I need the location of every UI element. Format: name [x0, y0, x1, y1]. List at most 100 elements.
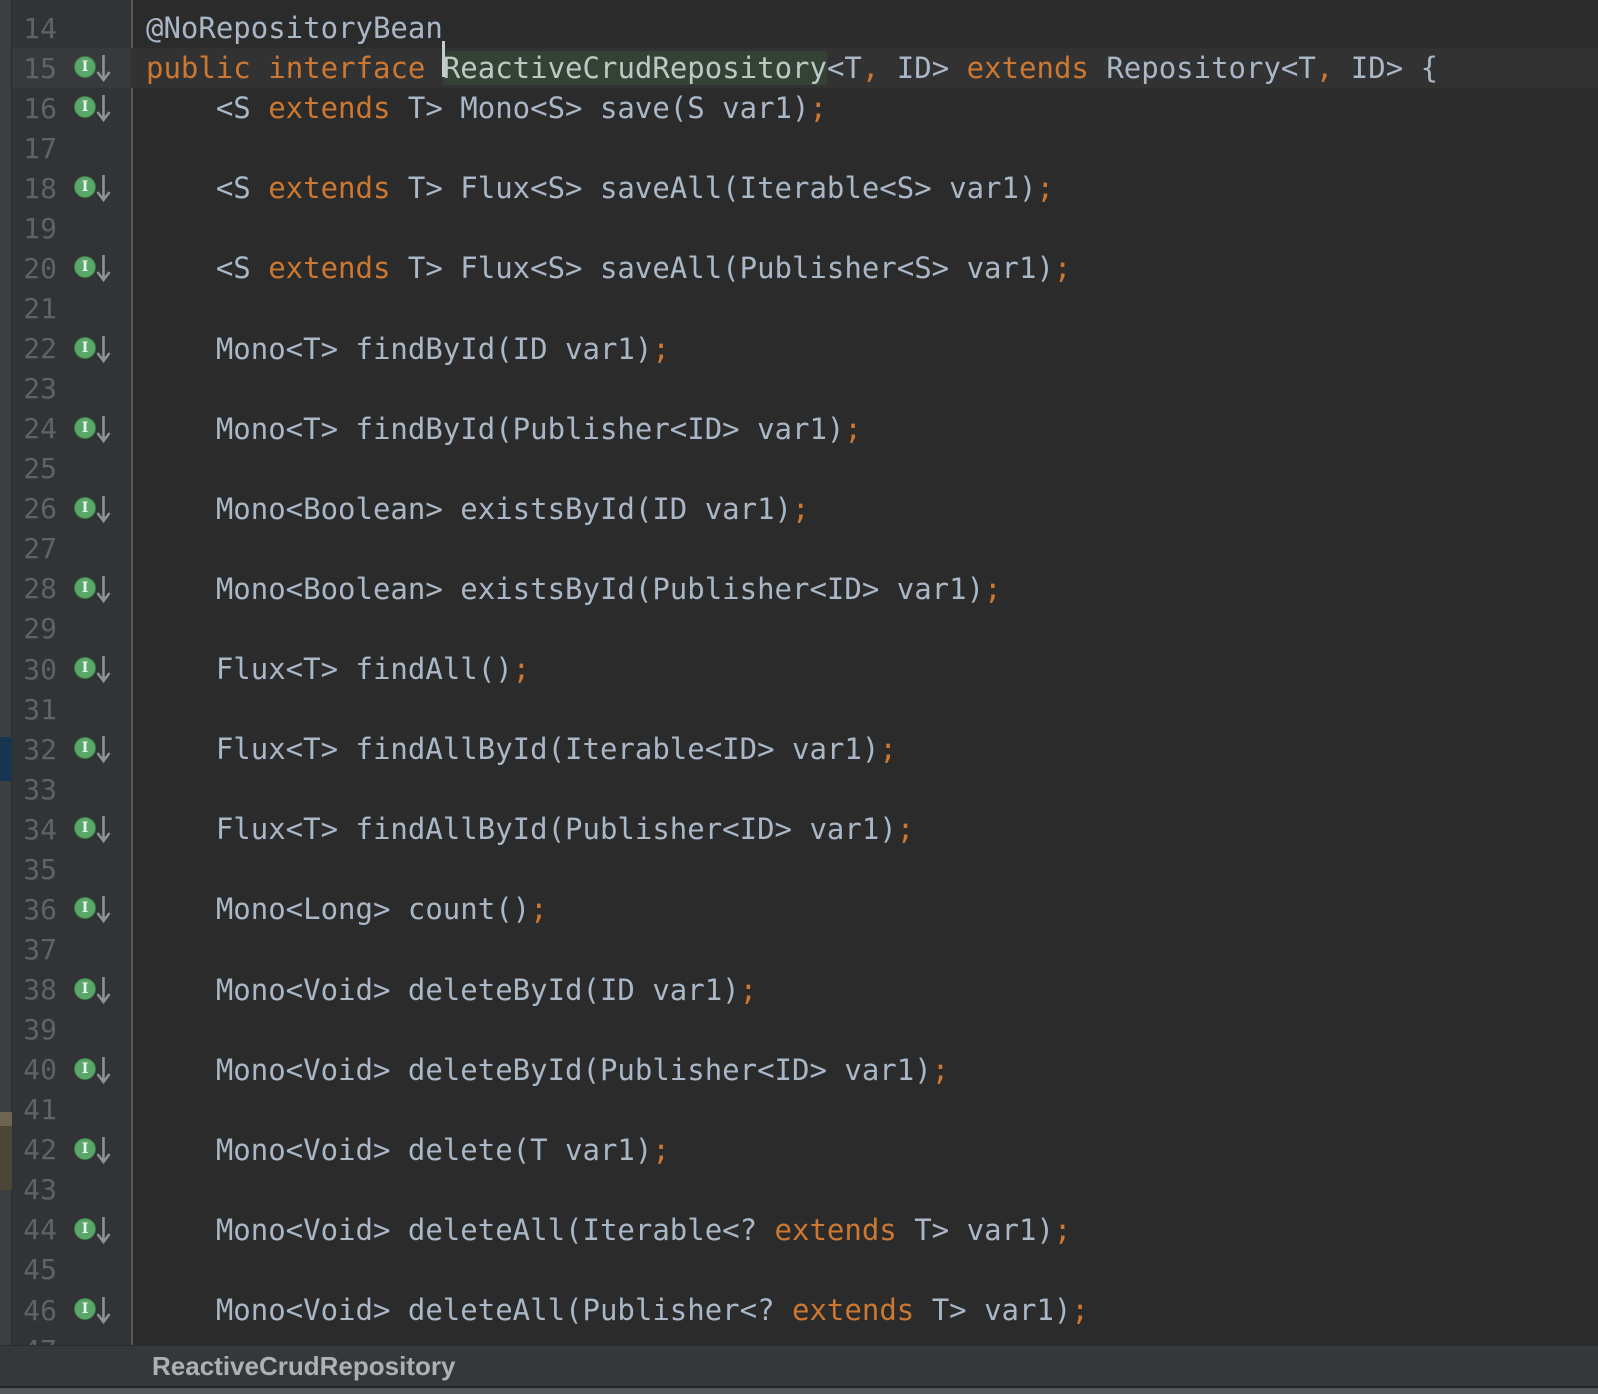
code-text[interactable]: <S extends T> Mono<S> save(S var1); [131, 88, 1598, 128]
code-line[interactable]: 29 [12, 609, 1598, 649]
code-text[interactable] [131, 1170, 1598, 1210]
line-number[interactable]: 37 [12, 933, 57, 966]
implemented-marker-icon[interactable]: I [74, 248, 120, 288]
line-number[interactable]: 42 [12, 1133, 57, 1166]
code-text[interactable]: Mono<Void> deleteById(ID var1); [131, 970, 1598, 1010]
code-text[interactable] [131, 1250, 1598, 1290]
code-text[interactable] [131, 208, 1598, 248]
code-text[interactable]: Flux<T> findAllById(Iterable<ID> var1); [131, 729, 1598, 769]
line-number[interactable]: 22 [12, 332, 57, 365]
code-line[interactable]: 26 I Mono<Boolean> existsById(ID var1); [12, 489, 1598, 529]
code-line[interactable]: 39 [12, 1010, 1598, 1050]
line-number[interactable]: 39 [12, 1013, 57, 1046]
code-text[interactable] [131, 1330, 1598, 1345]
code-text[interactable] [131, 609, 1598, 649]
line-number[interactable]: 35 [12, 853, 57, 886]
code-line[interactable]: 30 I Flux<T> findAll(); [12, 649, 1598, 689]
line-number[interactable]: 24 [12, 412, 57, 445]
code-line[interactable]: 35 [12, 849, 1598, 889]
line-number[interactable]: 43 [12, 1173, 57, 1206]
implemented-marker-icon[interactable]: I [74, 409, 120, 449]
code-line[interactable]: 17 [12, 128, 1598, 168]
code-line[interactable]: 31 [12, 689, 1598, 729]
code-text[interactable] [131, 689, 1598, 729]
implemented-marker-icon[interactable]: I [74, 1050, 120, 1090]
line-number[interactable]: 19 [12, 212, 57, 245]
line-number[interactable]: 32 [12, 733, 57, 766]
code-line[interactable]: 47 [12, 1330, 1598, 1345]
code-text[interactable]: Mono<Boolean> existsById(ID var1); [131, 489, 1598, 529]
implemented-marker-icon[interactable]: I [74, 48, 120, 88]
code-line[interactable]: 20I <S extends T> Flux<S> saveAll(Publis… [12, 248, 1598, 288]
line-number[interactable]: 36 [12, 893, 57, 926]
code-text[interactable]: Mono<Void> deleteById(Publisher<ID> var1… [131, 1050, 1598, 1090]
code-text[interactable]: Mono<Void> deleteAll(Iterable<? extends … [131, 1210, 1598, 1250]
line-number[interactable]: 40 [12, 1053, 57, 1086]
code-line[interactable]: 27 [12, 529, 1598, 569]
line-number[interactable]: 33 [12, 773, 57, 806]
code-line[interactable]: 15 Ipublic interface ReactiveCrudReposito… [12, 48, 1598, 88]
line-number[interactable]: 29 [12, 612, 57, 645]
code-line[interactable]: 22I Mono<T> findById(ID var1); [12, 329, 1598, 369]
code-line[interactable]: 25 [12, 449, 1598, 489]
code-text[interactable] [131, 929, 1598, 969]
code-text[interactable] [131, 128, 1598, 168]
code-text[interactable]: Flux<T> findAll(); [131, 649, 1598, 689]
code-line[interactable]: 45 [12, 1250, 1598, 1290]
code-text[interactable]: public interface ReactiveCrudRepository<… [131, 48, 1598, 88]
implemented-marker-icon[interactable]: I [74, 329, 120, 369]
code-line[interactable]: 18I <S extends T> Flux<S> saveAll(Iterab… [12, 168, 1598, 208]
code-line[interactable]: 23 [12, 369, 1598, 409]
line-number[interactable]: 38 [12, 973, 57, 1006]
code-text[interactable]: <S extends T> Flux<S> saveAll(Iterable<S… [131, 168, 1598, 208]
code-line[interactable]: 19 [12, 208, 1598, 248]
code-line[interactable]: 16I <S extends T> Mono<S> save(S var1); [12, 88, 1598, 128]
implemented-marker-icon[interactable]: I [74, 889, 120, 929]
code-line[interactable]: 46I Mono<Void> deleteAll(Publisher<? ext… [12, 1290, 1598, 1330]
code-line[interactable]: 32 I Flux<T> findAllById(Iterable<ID> var… [12, 729, 1598, 769]
code-text[interactable] [131, 288, 1598, 328]
code-line[interactable]: 24 I Mono<T> findById(Publisher<ID> var1)… [12, 409, 1598, 449]
line-number[interactable]: 26 [12, 492, 57, 525]
code-line[interactable]: 21 [12, 288, 1598, 328]
code-text[interactable]: Mono<Void> delete(T var1); [131, 1130, 1598, 1170]
line-number[interactable]: 30 [12, 653, 57, 686]
code-line[interactable]: 41 [12, 1090, 1598, 1130]
code-text[interactable] [131, 529, 1598, 569]
code-text[interactable]: Flux<T> findAllById(Publisher<ID> var1); [131, 809, 1598, 849]
line-number[interactable]: 20 [12, 252, 57, 285]
code-text[interactable]: Mono<T> findById(Publisher<ID> var1); [131, 409, 1598, 449]
line-number[interactable]: 15 [12, 52, 57, 85]
line-number[interactable]: 17 [12, 132, 57, 165]
code-text[interactable] [131, 849, 1598, 889]
implemented-marker-icon[interactable]: I [74, 1130, 120, 1170]
code-line[interactable]: 43 [12, 1170, 1598, 1210]
code-text[interactable] [131, 1010, 1598, 1050]
implemented-marker-icon[interactable]: I [74, 970, 120, 1010]
implemented-marker-icon[interactable]: I [74, 729, 120, 769]
code-line[interactable]: 38 I Mono<Void> deleteById(ID var1); [12, 970, 1598, 1010]
implemented-marker-icon[interactable]: I [74, 1290, 120, 1330]
code-line[interactable]: 42 I Mono<Void> delete(T var1); [12, 1130, 1598, 1170]
line-number[interactable]: 28 [12, 572, 57, 605]
implemented-marker-icon[interactable]: I [74, 569, 120, 609]
line-number[interactable]: 47 [12, 1334, 57, 1345]
line-number[interactable]: 34 [12, 813, 57, 846]
code-line[interactable]: 40 I Mono<Void> deleteById(Publisher<ID> … [12, 1050, 1598, 1090]
implemented-marker-icon[interactable]: I [74, 809, 120, 849]
line-number[interactable]: 21 [12, 292, 57, 325]
code-text[interactable]: Mono<Void> deleteAll(Publisher<? extends… [131, 1290, 1598, 1330]
code-line[interactable]: 36I Mono<Long> count(); [12, 889, 1598, 929]
line-number[interactable]: 16 [12, 92, 57, 125]
implemented-marker-icon[interactable]: I [74, 1210, 120, 1250]
line-number[interactable]: 18 [12, 172, 57, 205]
code-text[interactable] [131, 769, 1598, 809]
code-text[interactable]: Mono<Boolean> existsById(Publisher<ID> v… [131, 569, 1598, 609]
code-text[interactable] [131, 369, 1598, 409]
implemented-marker-icon[interactable]: I [74, 649, 120, 689]
line-number[interactable]: 44 [12, 1213, 57, 1246]
implemented-marker-icon[interactable]: I [74, 489, 120, 529]
code-text[interactable] [131, 1090, 1598, 1130]
code-line[interactable]: 34 I Flux<T> findAllById(Publisher<ID> va… [12, 809, 1598, 849]
code-text[interactable]: @NoRepositoryBean [131, 8, 1598, 48]
